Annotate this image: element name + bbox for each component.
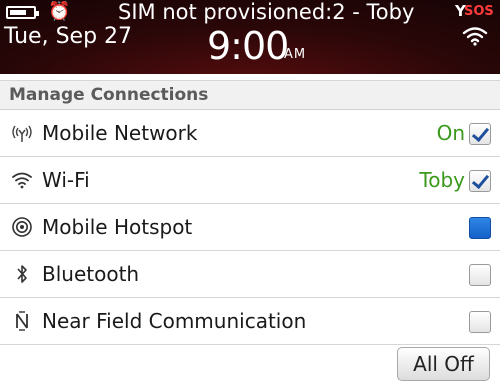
clock-time: 9:00 (207, 24, 289, 68)
row-label: Bluetooth (42, 262, 140, 286)
row-label: Mobile Hotspot (42, 215, 193, 239)
row-bluetooth[interactable]: Bluetooth (0, 251, 500, 298)
row-label: Wi-Fi (42, 168, 90, 192)
battery-icon (6, 6, 39, 19)
manage-connections-panel: Manage Connections Mobile Network On Wi-… (0, 74, 500, 381)
wifi-icon (10, 167, 34, 193)
page-title: Manage Connections (9, 85, 209, 105)
clock-ampm: AM (284, 47, 307, 62)
wifi-icon (462, 27, 488, 46)
all-off-button[interactable]: All Off (397, 347, 490, 381)
wifi-status: Toby (419, 168, 465, 192)
nfc-icon (10, 308, 34, 334)
bluetooth-checkbox[interactable] (469, 264, 491, 286)
status-bar: ⏰ SIM not provisioned:2 - Toby Y SOS Tue… (0, 0, 500, 74)
row-label: Near Field Communication (42, 309, 307, 333)
section-header: Manage Connections (0, 80, 500, 110)
mobile-network-status: On (436, 121, 465, 145)
row-wifi[interactable]: Wi-Fi Toby (0, 157, 500, 204)
antenna-icon (10, 120, 34, 146)
mobile-network-checkbox[interactable] (469, 123, 491, 145)
row-mobile-network[interactable]: Mobile Network On (0, 110, 500, 157)
mobile-hotspot-checkbox[interactable] (469, 217, 491, 239)
hotspot-icon (10, 214, 34, 240)
row-label: Mobile Network (42, 121, 198, 145)
alarm-clock-icon: ⏰ (48, 1, 71, 22)
row-nfc[interactable]: Near Field Communication (0, 298, 500, 345)
bluetooth-icon (10, 261, 34, 287)
wifi-checkbox[interactable] (469, 170, 491, 192)
row-mobile-hotspot[interactable]: Mobile Hotspot (0, 204, 500, 251)
nfc-checkbox[interactable] (469, 311, 491, 333)
date-label: Tue, Sep 27 (4, 24, 133, 49)
carrier-label: SIM not provisioned:2 - Toby (118, 0, 415, 24)
sos-label: SOS (464, 4, 494, 19)
